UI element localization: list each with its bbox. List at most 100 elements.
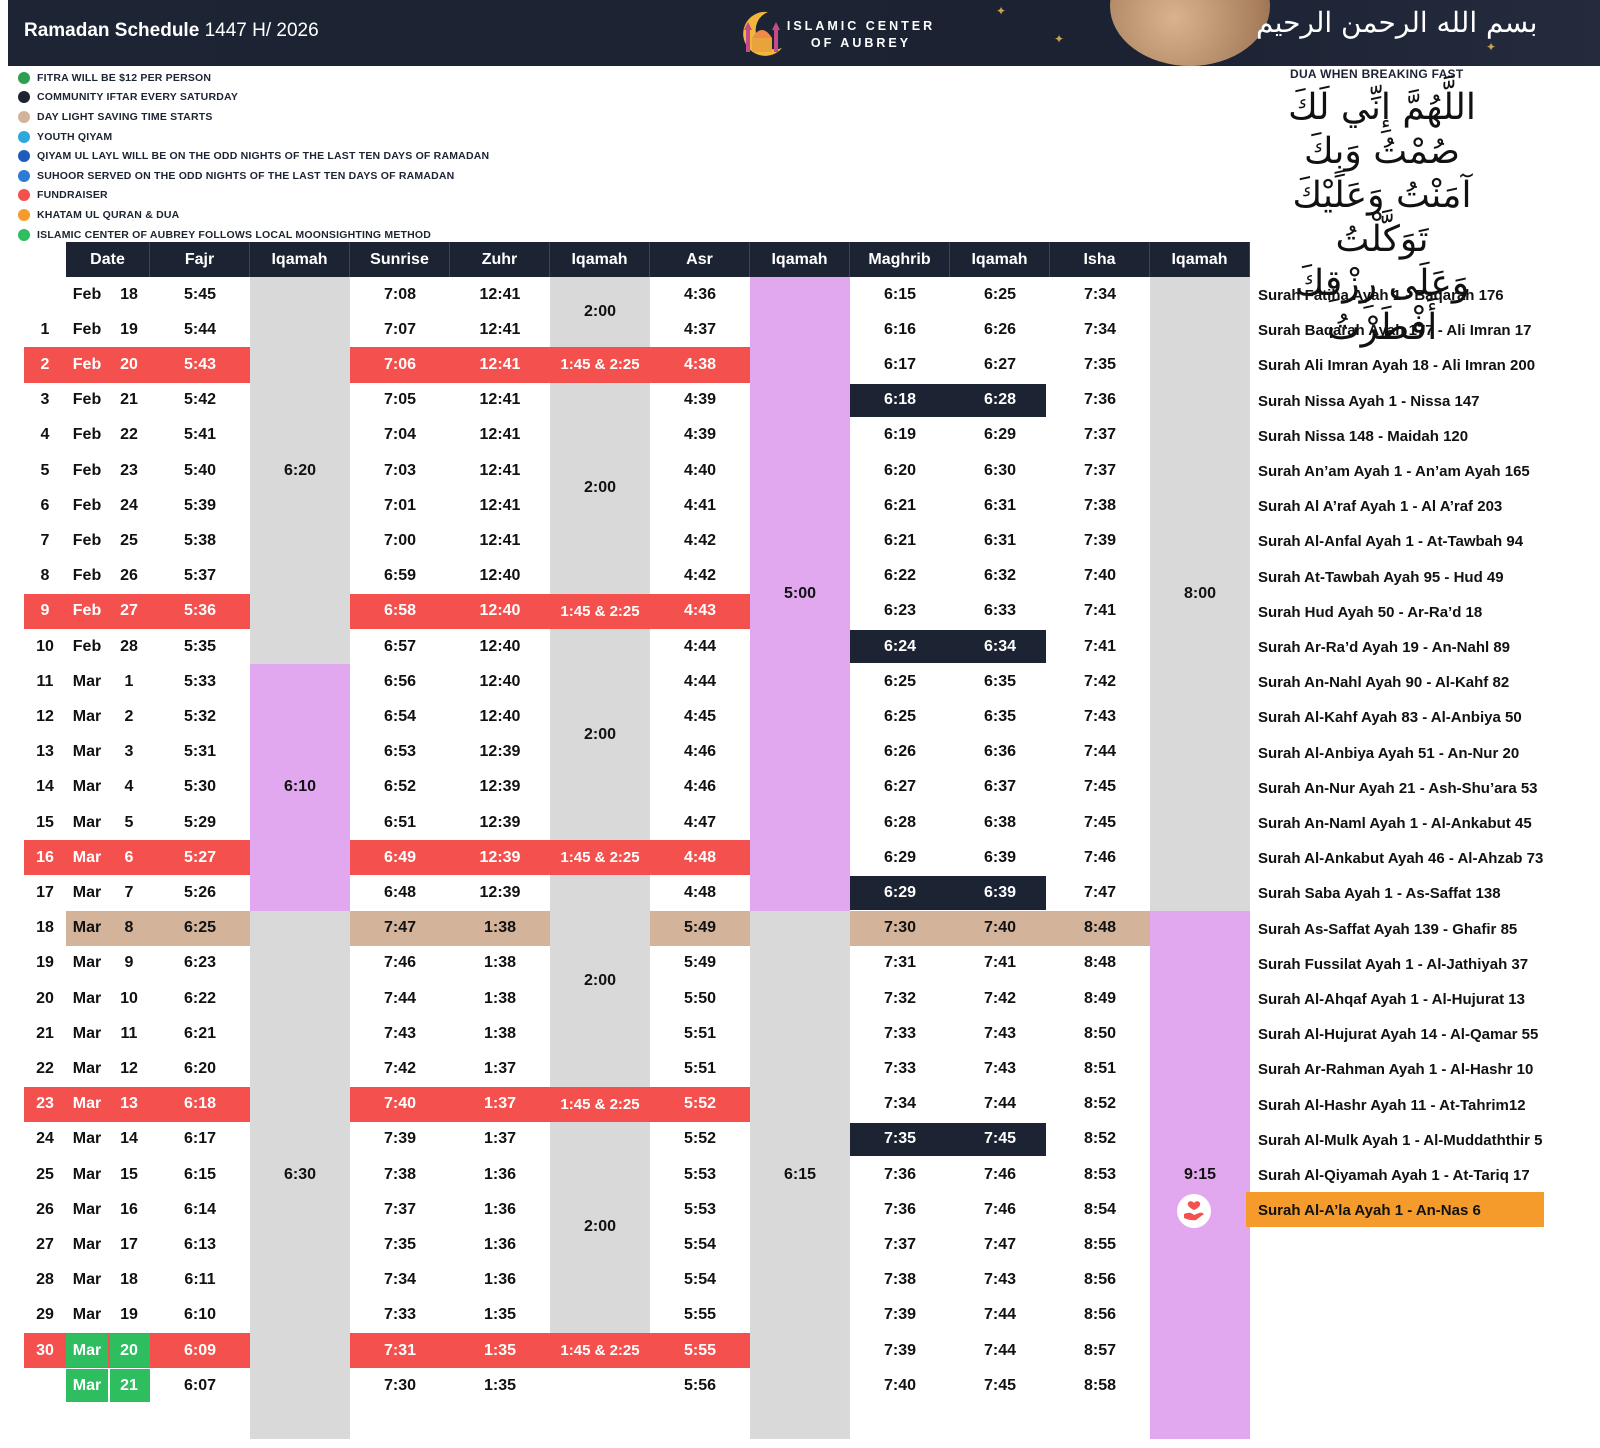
maghrib-iqamah: 6:38: [983, 813, 1017, 831]
date: 20: [120, 355, 138, 373]
maghrib-time: 7:38: [883, 1271, 917, 1289]
sunrise-time: 7:03: [383, 461, 417, 479]
center-name-line2: OF AUBREY: [810, 36, 912, 50]
fajr-time: 6:09: [183, 1341, 217, 1359]
month: Feb: [72, 567, 102, 585]
maghrib-iqamah: 6:36: [983, 743, 1017, 761]
day-number: 7: [40, 531, 50, 549]
zuhr-time: 1:37: [483, 1059, 517, 1077]
date: 19: [120, 320, 138, 338]
fajr-time: 5:45: [183, 285, 217, 303]
isha-time: 8:58: [1083, 1376, 1117, 1394]
date: 19: [120, 1306, 138, 1324]
maghrib-iqamah: 6:30: [983, 461, 1017, 479]
date: 21: [120, 391, 138, 409]
isha-time: 8:48: [1083, 919, 1117, 937]
day-number: 2: [40, 355, 50, 373]
date: 4: [124, 778, 134, 796]
fajr-time: 5:41: [183, 426, 217, 444]
sunrise-time: 7:44: [383, 989, 417, 1007]
maghrib-time: 7:31: [883, 954, 917, 972]
sunrise-time: 7:38: [383, 1165, 417, 1183]
zuhr-time: 1:36: [483, 1200, 517, 1218]
surah-reading: Surah Al-Ankabut Ayah 46 - Al-Ahzab 73: [1258, 850, 1544, 868]
zuhr-time: 1:37: [483, 1130, 517, 1148]
asr-time: 5:55: [683, 1341, 717, 1359]
zuhr-iqamah: 1:45 & 2:25: [560, 602, 640, 620]
sunrise-time: 7:33: [383, 1306, 417, 1324]
day-number: 17: [36, 883, 54, 901]
zuhr-time: 12:41: [479, 320, 521, 338]
fajr-time: 6:25: [183, 919, 217, 937]
fajr-time: 6:15: [183, 1165, 217, 1183]
surah-reading: Surah Nissa 148 - Maidah 120: [1258, 427, 1469, 445]
asr-iqamah: 5:00: [783, 584, 817, 602]
fajr-time: 6:22: [183, 989, 217, 1007]
surah-reading: Surah Al-Anfal Ayah 1 - At-Tawbah 94: [1258, 533, 1524, 551]
maghrib-time: 7:39: [883, 1306, 917, 1324]
date: 14: [120, 1130, 138, 1148]
isha-time: 8:50: [1083, 1024, 1117, 1042]
fajr-time: 5:44: [183, 320, 217, 338]
month: Mar: [72, 1200, 102, 1218]
maghrib-iqamah: 6:27: [983, 355, 1017, 373]
maghrib-time: 6:25: [883, 707, 917, 725]
youth-icon: [18, 130, 30, 143]
asr-time: 5:51: [683, 1059, 717, 1077]
maghrib-iqamah: 6:35: [983, 707, 1017, 725]
maghrib-iqamah: 7:45: [983, 1130, 1017, 1148]
maghrib-time: 7:39: [883, 1341, 917, 1359]
asr-time: 5:56: [683, 1376, 717, 1394]
maghrib-time: 7:40: [883, 1376, 917, 1394]
legend-text: YOUTH QIYAM: [37, 130, 113, 143]
legend-item: QIYAM UL LAYL WILL BE ON THE ODD NIGHTS …: [18, 146, 489, 166]
asr-time: 5:53: [683, 1165, 717, 1183]
date: 8: [124, 919, 134, 937]
day-number: 12: [36, 707, 54, 725]
sunrise-time: 6:58: [383, 602, 417, 620]
day-number: 11: [36, 672, 54, 690]
column-header: Iqamah: [750, 242, 850, 277]
sunrise-time: 6:59: [383, 567, 417, 585]
date: 12: [120, 1059, 138, 1077]
zuhr-time: 12:39: [479, 778, 521, 796]
zuhr-time: 12:41: [479, 285, 521, 303]
star-icon: ✦: [1486, 40, 1497, 54]
surah-reading: Surah Al-Hashr Ayah 11 - At-Tahrim12: [1258, 1096, 1526, 1114]
zuhr-time: 1:38: [483, 919, 517, 937]
maghrib-time: 6:23: [883, 602, 917, 620]
sunrise-time: 7:07: [383, 320, 417, 338]
day-number: 27: [36, 1235, 54, 1253]
maghrib-time: 6:16: [883, 320, 917, 338]
month: Feb: [72, 426, 102, 444]
surah-reading: Surah Fussilat Ayah 1 - Al-Jathiyah 37: [1258, 955, 1529, 973]
sunrise-time: 7:00: [383, 531, 417, 549]
asr-time: 5:52: [683, 1095, 717, 1113]
day-number: 19: [36, 954, 54, 972]
legend-text: KHATAM UL QURAN & DUA: [37, 208, 180, 221]
asr-time: 4:46: [683, 778, 717, 796]
isha-time: 7:34: [1083, 320, 1117, 338]
surah-reading: Surah Al A’raf Ayah 1 - Al A’raf 203: [1258, 498, 1503, 516]
sunrise-time: 7:42: [383, 1059, 417, 1077]
title-year: 1447 H/ 2026: [204, 20, 319, 41]
zuhr-time: 12:39: [479, 743, 521, 761]
surah-reading: Surah Hud Ayah 50 - Ar-Ra’d 18: [1258, 603, 1483, 621]
maghrib-iqamah: 6:31: [983, 496, 1017, 514]
day-number: 4: [40, 426, 50, 444]
date: 21: [120, 1376, 138, 1394]
asr-time: 4:36: [683, 285, 717, 303]
column-header: Fajr: [150, 242, 250, 277]
sunrise-time: 6:48: [383, 883, 417, 901]
date: 25: [120, 531, 138, 549]
sunrise-time: 6:49: [383, 848, 417, 866]
month: Mar: [72, 707, 102, 725]
sunrise-time: 7:35: [383, 1235, 417, 1253]
maghrib-iqamah: 7:43: [983, 1059, 1017, 1077]
zuhr-time: 1:35: [483, 1341, 517, 1359]
legend-text: QIYAM UL LAYL WILL BE ON THE ODD NIGHTS …: [37, 150, 490, 163]
maghrib-time: 6:29: [883, 848, 917, 866]
month: Feb: [72, 637, 102, 655]
column-header: Iqamah: [950, 242, 1050, 277]
asr-time: 5:49: [683, 919, 717, 937]
